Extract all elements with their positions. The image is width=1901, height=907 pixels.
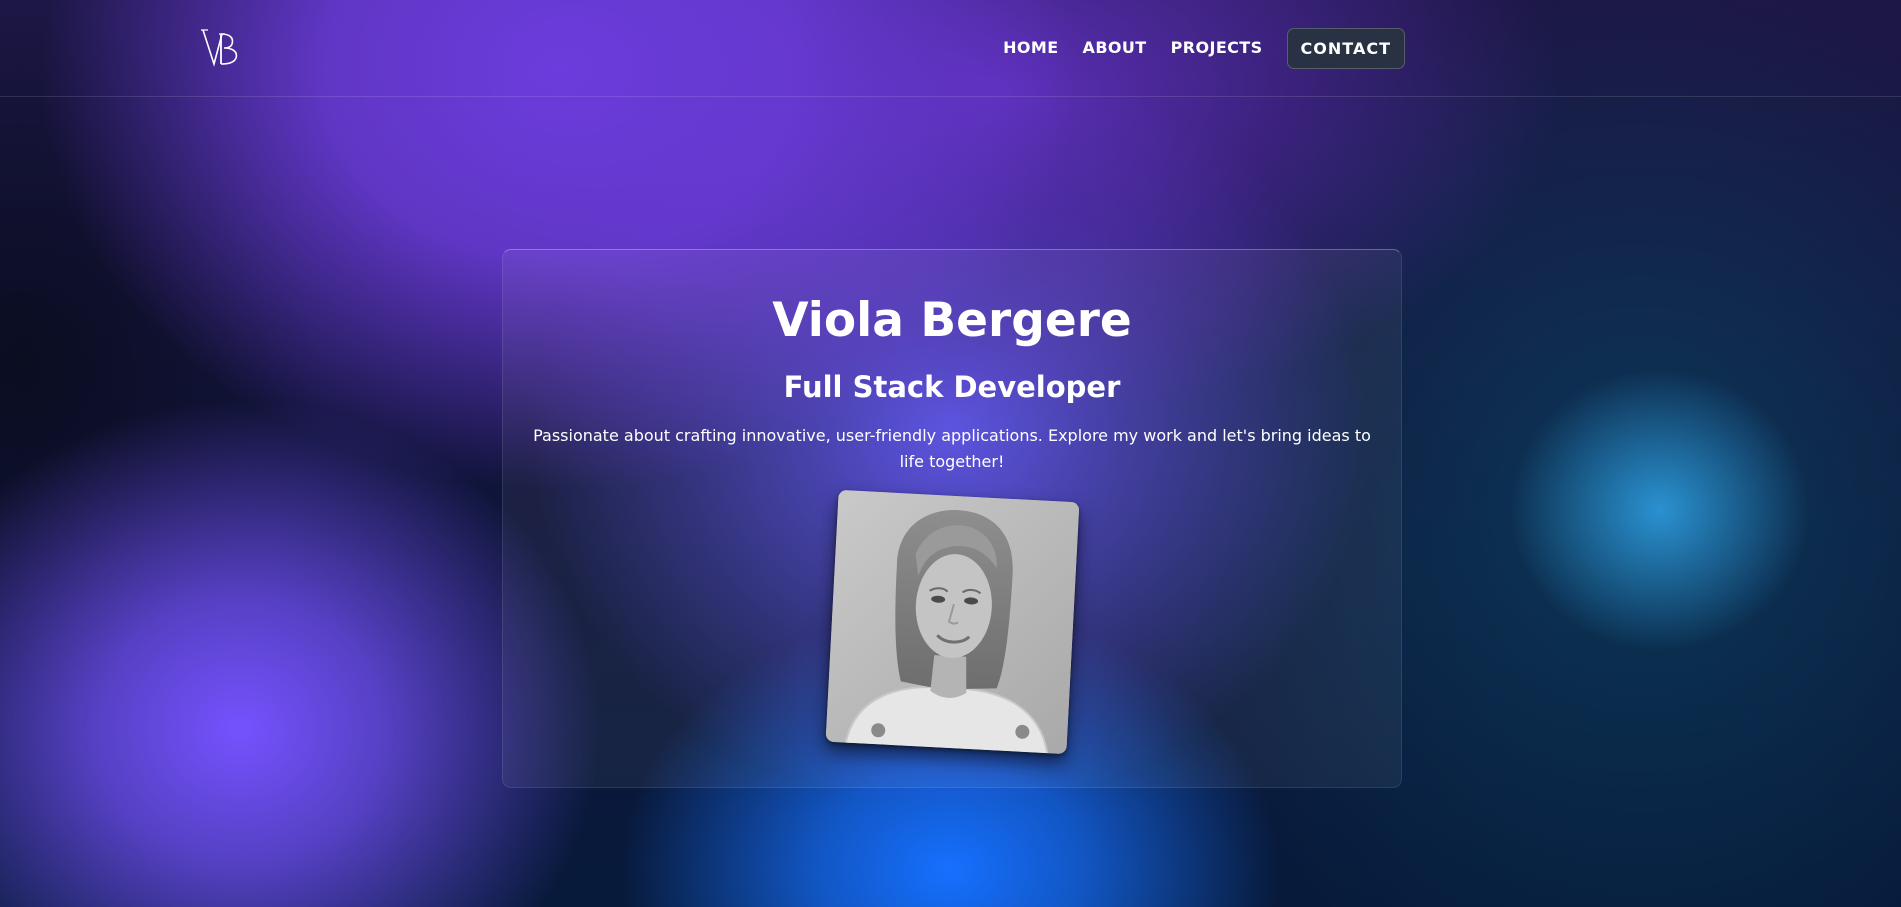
logo[interactable] <box>200 26 242 70</box>
person-portrait-icon <box>825 489 1080 755</box>
nav-about-link[interactable]: ABOUT <box>1083 27 1147 69</box>
site-header: HOME ABOUT PROJECTS CONTACT <box>0 0 1901 97</box>
nav-projects-link[interactable]: PROJECTS <box>1171 27 1263 69</box>
profile-photo <box>825 489 1080 755</box>
vb-monogram-icon <box>201 29 238 67</box>
hero-role: Full Stack Developer <box>783 370 1121 404</box>
hero-name: Viola Bergere <box>772 293 1132 348</box>
hero-card: Viola Bergere Full Stack Developer Passi… <box>502 249 1402 788</box>
nav-home-link[interactable]: HOME <box>1003 27 1058 69</box>
contact-button[interactable]: CONTACT <box>1286 27 1405 69</box>
main-nav: HOME ABOUT PROJECTS CONTACT <box>1003 27 1405 69</box>
hero-tagline: Passionate about crafting innovative, us… <box>533 426 1371 471</box>
